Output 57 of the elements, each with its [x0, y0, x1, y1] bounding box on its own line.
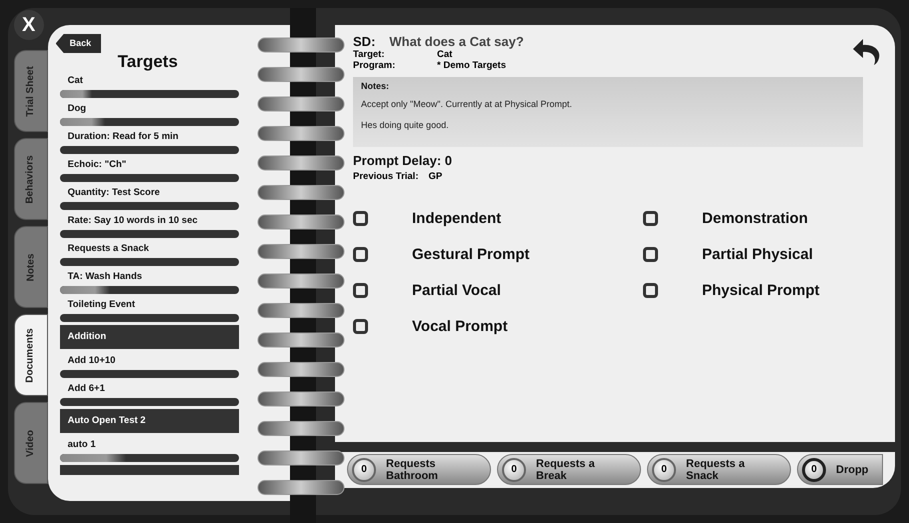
target-value: Cat: [437, 49, 454, 60]
group-header[interactable]: Auto Open Test 2: [60, 409, 240, 433]
sd-question: What does a Cat say?: [389, 34, 524, 49]
target-item[interactable]: Add 6+1: [60, 379, 240, 398]
prompt-delay: Prompt Delay: 0: [353, 153, 453, 168]
target-item[interactable]: Quantity: Test Score: [60, 183, 240, 202]
previous-trial-value: GP: [428, 171, 442, 182]
checkbox[interactable]: [353, 283, 368, 298]
group-header[interactable]: Addition: [60, 325, 240, 349]
target-item[interactable]: Echoic: "Ch": [60, 155, 240, 174]
target-item[interactable]: TA: Wash Hands: [60, 267, 240, 286]
target-item[interactable]: Requests a Snack: [60, 239, 240, 258]
checkbox[interactable]: [353, 247, 368, 262]
prompt-label: Gestural Prompt: [412, 246, 530, 263]
counter-badge: 0: [352, 458, 376, 482]
side-tab[interactable]: Notes: [14, 226, 48, 308]
checkbox[interactable]: [353, 211, 368, 226]
checkbox[interactable]: [643, 211, 658, 226]
back-button[interactable]: Back: [56, 34, 102, 53]
panel-title: Targets: [118, 53, 179, 71]
prompt-label: Independent: [412, 210, 502, 227]
behavior-button[interactable]: 0 Requests Bathroom: [347, 454, 492, 485]
prompt-label: Physical Prompt: [702, 282, 820, 299]
checkbox[interactable]: [643, 283, 658, 298]
behavior-button[interactable]: 0 Requests a Snack: [647, 454, 792, 485]
target-item[interactable]: auto 1: [60, 435, 240, 454]
side-tab[interactable]: Trial Sheet: [14, 50, 48, 132]
behavior-button[interactable]: 0 Requests a Break: [497, 454, 642, 485]
target-item[interactable]: Toileting Event: [60, 295, 240, 314]
counter-badge: 0: [502, 458, 526, 482]
behavior-button[interactable]: 0 Dropp: [797, 454, 884, 485]
sd-label: SD:: [353, 34, 376, 49]
previous-trial-label: Previous Trial:: [353, 171, 418, 182]
target-item[interactable]: Rate: Say 10 words in 10 sec: [60, 211, 240, 230]
prompt-label: Partial Vocal: [412, 282, 501, 299]
undo-icon[interactable]: [851, 37, 882, 65]
target-item[interactable]: Duration: Read for 5 min: [60, 127, 240, 146]
notes-title: Notes:: [361, 81, 390, 91]
target-item[interactable]: Cat: [60, 71, 240, 90]
notes-text: Hes doing quite good.: [361, 120, 450, 130]
target-item[interactable]: Dog: [60, 99, 240, 118]
prompt-label: Demonstration: [702, 210, 808, 227]
checkbox[interactable]: [353, 319, 368, 334]
counter-badge: 0: [802, 458, 826, 482]
program-value: * Demo Targets: [437, 60, 506, 71]
checkbox[interactable]: [643, 247, 658, 262]
side-tab[interactable]: Documents: [14, 314, 48, 396]
side-tab[interactable]: Behaviors: [14, 138, 48, 220]
notes-text: Accept only "Meow". Currently at at Physical Prompt.: [361, 99, 573, 109]
prompt-label: Vocal Prompt: [412, 318, 508, 335]
target-label: Target:: [353, 49, 386, 60]
prompt-label: Partial Physical: [702, 246, 813, 263]
target-item[interactable]: Add 10+10: [60, 351, 240, 370]
program-label: Program:: [353, 60, 396, 71]
side-tab[interactable]: Video: [14, 402, 48, 484]
counter-badge: 0: [652, 458, 676, 482]
close-button[interactable]: X: [14, 10, 44, 40]
